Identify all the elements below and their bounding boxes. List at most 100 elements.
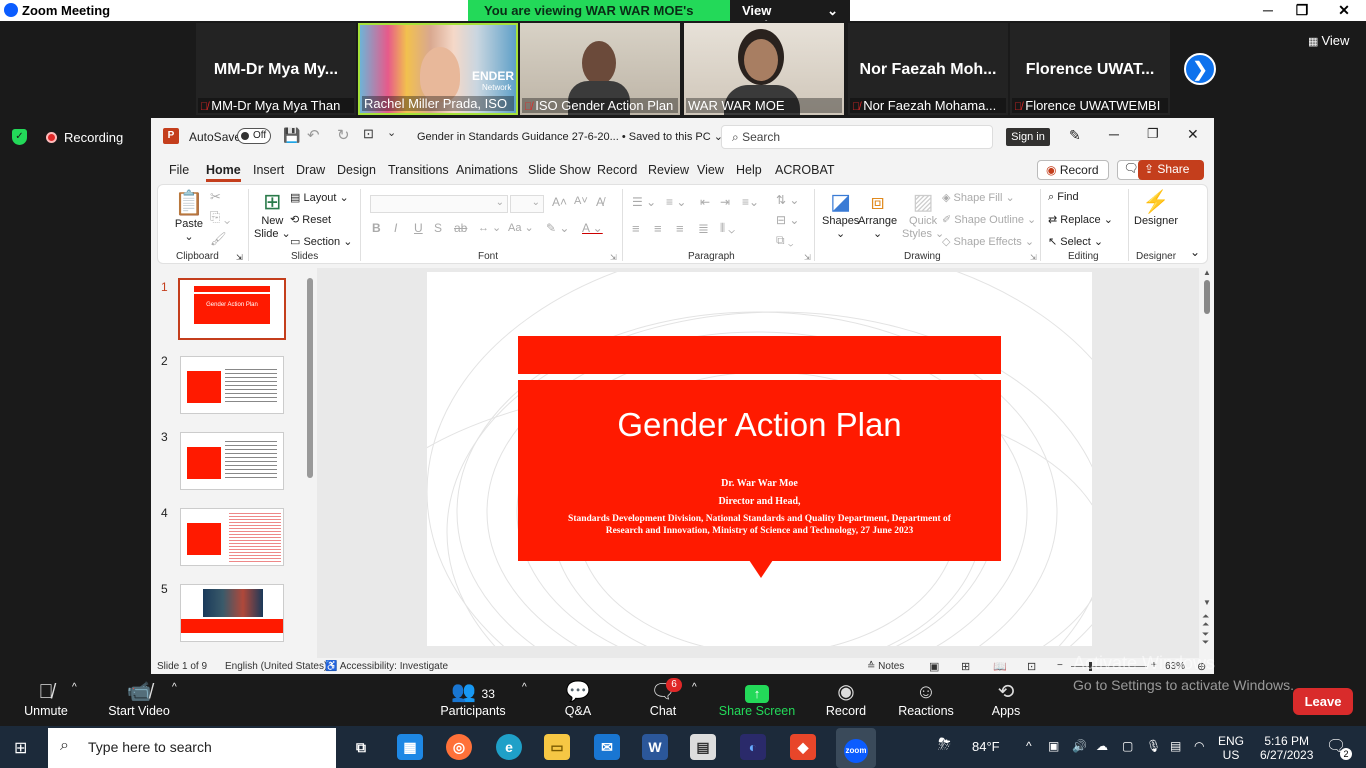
view-options-button[interactable]: View Options ⌄	[730, 0, 850, 33]
ppt-share-button[interactable]: ⇪ Share ⌄	[1138, 160, 1204, 190]
cut-icon[interactable]: ✂	[210, 189, 221, 205]
accessibility-checker[interactable]: ♿ Accessibility: Investigate	[325, 661, 448, 672]
sign-in-button[interactable]: Sign in	[1006, 128, 1050, 146]
pen-icon[interactable]: ✎	[1069, 127, 1081, 144]
participant-tile[interactable]: WAR WAR MOE	[684, 23, 844, 115]
document-title[interactable]: Gender in Standards Guidance 27-6-20... …	[417, 130, 723, 143]
video-options-caret[interactable]: ^	[172, 682, 177, 693]
new-slide-button[interactable]: ⊞ New Slide ⌄	[254, 189, 291, 240]
ppt-search-input[interactable]: ⌕ Search	[721, 125, 993, 149]
restore-button[interactable]: ❐	[1282, 0, 1322, 21]
chat-options-caret[interactable]: ^	[692, 682, 697, 693]
italic-icon[interactable]: I	[394, 221, 397, 235]
text-direction-icon[interactable]: ⇅ ⌄	[776, 193, 799, 207]
qa-button[interactable]: 💬 Q&A	[560, 680, 596, 718]
tab-acrobat[interactable]: ACROBAT	[775, 163, 835, 177]
reactions-button[interactable]: ☺ Reactions	[898, 680, 954, 718]
tab-view[interactable]: View	[697, 163, 724, 177]
reading-view-icon[interactable]: 📖	[993, 660, 1007, 673]
task-view-icon[interactable]: ⧉	[348, 734, 374, 760]
app-tray-icon[interactable]: ▤	[1170, 739, 1181, 753]
dialog-launcher-icon[interactable]: ⇲	[236, 253, 243, 262]
close-button[interactable]: ✕	[1324, 0, 1364, 21]
paragraph-dialog-launcher-icon[interactable]: ⇲	[804, 253, 811, 262]
file-explorer-icon[interactable]: ▭	[544, 734, 570, 760]
increase-font-icon[interactable]: A˄	[552, 195, 567, 209]
microsoft-store-icon[interactable]: ▦	[397, 734, 423, 760]
drawing-dialog-launcher-icon[interactable]: ⇲	[1030, 253, 1037, 262]
weather-temperature[interactable]: 84°F	[972, 739, 1000, 754]
camera-icon[interactable]: ▢	[1122, 739, 1133, 753]
align-left-icon[interactable]: ≡	[632, 221, 640, 236]
tab-record[interactable]: Record	[597, 163, 637, 177]
notes-button[interactable]: ≙ Notes	[867, 661, 904, 672]
change-case-icon[interactable]: Aa ⌄	[508, 221, 534, 234]
wifi-icon[interactable]: ◠	[1194, 739, 1204, 753]
decrease-font-icon[interactable]: A˅	[574, 195, 588, 207]
slide-thumbnail-3[interactable]	[180, 432, 284, 490]
smartart-icon[interactable]: ⧉ ⌄	[776, 233, 794, 248]
shapes-button[interactable]: ◪ Shapes ⌄	[822, 189, 859, 240]
tab-insert[interactable]: Insert	[253, 163, 284, 177]
character-spacing-icon[interactable]: ↔ ⌄	[478, 221, 501, 234]
microphone-icon[interactable]: 🎙	[1146, 739, 1161, 753]
justify-icon[interactable]: ≣	[698, 221, 709, 237]
ppt-close-button[interactable]: ✕	[1187, 126, 1199, 143]
slide-scrollbar[interactable]: ▲ ▼ ⏶ ⏶ ⏷ ⏷	[1201, 268, 1213, 658]
bold-icon[interactable]: B	[372, 221, 381, 235]
leave-button[interactable]: Leave	[1293, 688, 1353, 715]
participant-tile-active-speaker[interactable]: ENDER Network Rachel Miller Prada, ISO	[358, 23, 518, 115]
participants-button[interactable]: 👥 33 Participants	[440, 680, 506, 718]
increase-indent-icon[interactable]: ⇥	[720, 195, 730, 209]
app-icon[interactable]: ◆	[790, 734, 816, 760]
align-text-icon[interactable]: ⊟ ⌄	[776, 213, 799, 227]
clear-formatting-icon[interactable]: A̸	[596, 195, 604, 209]
copy-icon[interactable]: ⎘ ⌄	[210, 209, 230, 225]
recording-indicator[interactable]: Recording	[64, 130, 123, 145]
participants-options-caret[interactable]: ^	[522, 682, 527, 693]
align-center-icon[interactable]: ≡	[654, 221, 662, 236]
slide-thumbnail-1[interactable]: Gender Action Plan	[178, 278, 286, 340]
tab-slide-show[interactable]: Slide Show	[528, 163, 591, 177]
slide-sorter-icon[interactable]: ⊞	[961, 660, 970, 673]
columns-icon[interactable]: ⫴ ⌄	[720, 221, 735, 236]
windows-start-icon[interactable]: ⊞	[14, 738, 27, 758]
zoom-taskbar-item[interactable]: zoom	[836, 728, 876, 768]
scroll-down-icon[interactable]: ▼	[1203, 598, 1211, 607]
language-indicator[interactable]: English (United States)	[225, 661, 327, 672]
format-painter-icon[interactable]: 🖌	[210, 231, 227, 247]
bullets-icon[interactable]: ☰ ⌄	[632, 195, 656, 209]
highlight-icon[interactable]: ✎ ⌄	[546, 221, 569, 235]
firefox-icon[interactable]: ◎	[446, 734, 472, 760]
shape-outline-button[interactable]: ✐ Shape Outline ⌄	[942, 213, 1036, 226]
section-button[interactable]: ▭ Section ⌄	[290, 235, 352, 248]
previous-slide-icon[interactable]: ⏶ ⏶	[1202, 612, 1209, 629]
weather-icon[interactable]: ⛈	[938, 736, 951, 754]
next-slide-icon[interactable]: ⏷ ⏷	[1202, 630, 1209, 647]
reset-button[interactable]: ⟲ Reset	[290, 213, 331, 226]
participant-tile[interactable]: Nor Faezah Moh... 🎙̸ Nor Faezah Mohama...	[848, 23, 1008, 115]
decrease-indent-icon[interactable]: ⇤	[700, 195, 710, 209]
record-button[interactable]: ◉ Record	[824, 680, 868, 718]
tab-transitions[interactable]: Transitions	[388, 163, 449, 177]
replace-button[interactable]: ⇄ Replace ⌄	[1048, 213, 1113, 226]
participant-tile[interactable]: Florence UWAT... 🎙̸ Florence UWATWEMBI	[1010, 23, 1170, 115]
present-icon[interactable]: ⊡	[363, 126, 374, 142]
undo-icon[interactable]: ↶	[307, 126, 320, 144]
strikethrough-icon[interactable]: ab	[454, 221, 467, 235]
tab-animations[interactable]: Animations	[456, 163, 518, 177]
ppt-restore-button[interactable]: ❐	[1147, 126, 1159, 142]
zoom-out-icon[interactable]: −	[1057, 660, 1063, 671]
participant-tile[interactable]: 🎙̸ ISO Gender Action Plan	[520, 23, 680, 115]
taskbar-clock[interactable]: 5:16 PM 6/27/2023	[1260, 734, 1313, 762]
current-slide[interactable]: Gender Action Plan Dr. War War Moe Direc…	[427, 272, 1092, 646]
audio-options-caret[interactable]: ^	[72, 682, 77, 693]
customize-toolbar-icon[interactable]: ⌄	[387, 126, 396, 139]
mail-icon[interactable]: ✉	[594, 734, 620, 760]
tray-overflow-icon[interactable]: ^	[1026, 739, 1032, 753]
word-icon[interactable]: W	[642, 734, 668, 760]
app-icon[interactable]: ▤	[690, 734, 716, 760]
autosave-toggle[interactable]: Off	[237, 128, 271, 144]
start-video-button[interactable]: 📹̸ Start Video	[106, 680, 172, 718]
view-button[interactable]: ▦ View	[1308, 33, 1349, 48]
